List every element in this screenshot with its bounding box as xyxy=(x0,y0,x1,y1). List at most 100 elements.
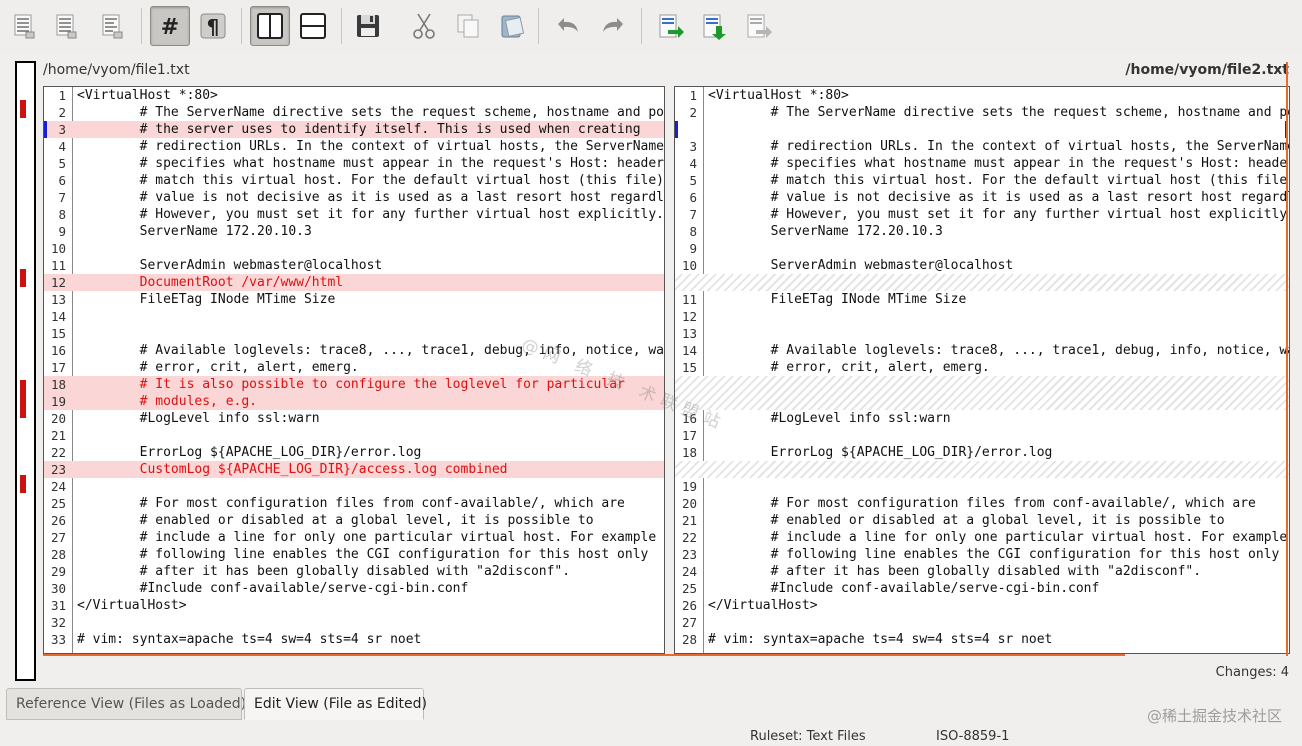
code-line[interactable]: 14 # Available loglevels: trace8, ..., t… xyxy=(675,342,1289,359)
code-line[interactable]: 14 xyxy=(44,308,664,325)
line-text: # vim: syntax=apache ts=4 sw=4 sts=4 sr … xyxy=(77,632,422,647)
code-line[interactable]: 20 # For most configuration files from c… xyxy=(675,495,1289,512)
split-horizontal-button[interactable] xyxy=(293,6,333,46)
line-number: 1 xyxy=(58,88,66,103)
line-number: 8 xyxy=(689,224,697,239)
split-vertical-button[interactable] xyxy=(250,6,290,46)
code-line[interactable]: 18 # It is also possible to configure th… xyxy=(44,376,664,393)
line-number: 32 xyxy=(50,615,66,630)
code-line[interactable]: 24 # after it has been globally disabled… xyxy=(675,563,1289,580)
code-line[interactable] xyxy=(675,461,1289,478)
code-line[interactable]: 3 # the server uses to identify itself. … xyxy=(44,121,664,138)
code-line[interactable]: 17 xyxy=(675,427,1289,444)
code-line[interactable]: 27 xyxy=(675,614,1289,631)
code-line[interactable]: 19 xyxy=(675,478,1289,495)
code-line[interactable]: 26 # enabled or disabled at a global lev… xyxy=(44,512,664,529)
paste-button[interactable] xyxy=(492,6,532,46)
code-line[interactable]: 24 xyxy=(44,478,664,495)
code-line[interactable]: 28 # following line enables the CGI conf… xyxy=(44,546,664,563)
tab-edit-view[interactable]: Edit View (File as Edited) xyxy=(244,688,427,720)
code-line[interactable]: 3 # redirection URLs. In the context of … xyxy=(675,138,1289,155)
code-line[interactable]: 16 #LogLevel info ssl:warn xyxy=(675,410,1289,427)
code-line[interactable]: 4 # specifies what hostname must appear … xyxy=(675,155,1289,172)
line-number: 13 xyxy=(681,326,697,341)
cut-button[interactable] xyxy=(404,6,444,46)
code-line[interactable]: 32 xyxy=(44,614,664,631)
code-line[interactable]: 28 # vim: syntax=apache ts=4 sw=4 sts=4 s… xyxy=(675,631,1289,648)
code-line[interactable]: 21 # enabled or disabled at a global lev… xyxy=(675,512,1289,529)
horizontal-scroll-indicator[interactable] xyxy=(43,654,1125,656)
code-line[interactable] xyxy=(675,274,1289,291)
code-line[interactable] xyxy=(675,121,1289,138)
code-line[interactable]: 6 # match this virtual host. For the def… xyxy=(44,172,664,189)
show-whitespace-button[interactable]: ¶ xyxy=(193,6,233,46)
last-difference-button[interactable] xyxy=(738,6,778,46)
code-line[interactable]: 23 CustomLog ${APACHE_LOG_DIR}/access.lo… xyxy=(44,461,664,478)
code-line[interactable]: 5 # specifies what hostname must appear … xyxy=(44,155,664,172)
code-line[interactable]: 11 FileETag INode MTime Size xyxy=(675,291,1289,308)
code-line[interactable]: 13 xyxy=(675,325,1289,342)
next-difference-button[interactable] xyxy=(650,6,690,46)
code-line[interactable]: 6 # value is not decisive as it is used … xyxy=(675,189,1289,206)
code-line[interactable]: 9 ServerName 172.20.10.3 xyxy=(44,223,664,240)
code-line[interactable]: 22 # include a line for only one particu… xyxy=(675,529,1289,546)
code-line[interactable]: 31 </VirtualHost> xyxy=(44,597,664,614)
code-line[interactable]: 25 #Include conf-available/serve-cgi-bin… xyxy=(675,580,1289,597)
code-line[interactable]: 26 </VirtualHost> xyxy=(675,597,1289,614)
redo-icon xyxy=(603,18,623,32)
code-line[interactable]: 22 ErrorLog ${APACHE_LOG_DIR}/error.log xyxy=(44,444,664,461)
view-merged-button[interactable] xyxy=(92,6,132,46)
code-line[interactable]: 25 # For most configuration files from c… xyxy=(44,495,664,512)
code-line[interactable]: 15 xyxy=(44,325,664,342)
line-numbers-button[interactable]: # xyxy=(150,6,190,46)
code-line[interactable]: 4 # redirection URLs. In the context of … xyxy=(44,138,664,155)
copy-button[interactable] xyxy=(448,6,488,46)
code-line[interactable]: 15 # error, crit, alert, emerg. xyxy=(675,359,1289,376)
undo-button[interactable] xyxy=(548,6,588,46)
diff-overview-bar[interactable] xyxy=(15,61,36,681)
redo-button[interactable] xyxy=(593,6,633,46)
code-line[interactable]: 21 xyxy=(44,427,664,444)
code-line[interactable] xyxy=(675,393,1289,410)
code-line[interactable]: 7 # However, you must set it for any fur… xyxy=(675,206,1289,223)
code-line[interactable]: 11 ServerAdmin webmaster@localhost xyxy=(44,257,664,274)
line-text: ErrorLog ${APACHE_LOG_DIR}/error.log xyxy=(708,445,1053,460)
code-line[interactable]: 1 <VirtualHost *:80> xyxy=(675,87,1289,104)
code-line[interactable]: 27 # include a line for only one particu… xyxy=(44,529,664,546)
right-lines: 1 <VirtualHost *:80> 2 # The ServerName di… xyxy=(675,87,1289,648)
save-button[interactable] xyxy=(348,6,388,46)
code-line[interactable]: 20 #LogLevel info ssl:warn xyxy=(44,410,664,427)
code-line[interactable]: 5 # match this virtual host. For the def… xyxy=(675,172,1289,189)
right-file-path: /home/vyom/file2.txt xyxy=(1125,62,1289,78)
overview-diff-mark xyxy=(20,269,26,287)
code-line[interactable] xyxy=(675,376,1289,393)
code-line[interactable]: 12 xyxy=(675,308,1289,325)
right-file-pane[interactable]: 1 <VirtualHost *:80> 2 # The ServerName di… xyxy=(674,86,1290,654)
code-line[interactable]: 9 xyxy=(675,240,1289,257)
code-line[interactable]: 29 # after it has been globally disabled… xyxy=(44,563,664,580)
tab-reference-view[interactable]: Reference View (Files as Loaded) xyxy=(6,688,246,720)
code-line[interactable]: 10 ServerAdmin webmaster@localhost xyxy=(675,257,1289,274)
code-line[interactable]: 2 # The ServerName directive sets the re… xyxy=(44,104,664,121)
line-text: # include a line for only one particular… xyxy=(77,530,665,545)
code-line[interactable]: 19 # modules, e.g. xyxy=(44,393,664,410)
code-line[interactable]: 18 ErrorLog ${APACHE_LOG_DIR}/error.log xyxy=(675,444,1289,461)
code-line[interactable]: 10 xyxy=(44,240,664,257)
code-line[interactable]: 30 #Include conf-available/serve-cgi-bin… xyxy=(44,580,664,597)
code-line[interactable]: 13 FileETag INode MTime Size xyxy=(44,291,664,308)
view-left-button[interactable] xyxy=(4,6,44,46)
code-line[interactable]: 2 # The ServerName directive sets the re… xyxy=(675,104,1289,121)
code-line[interactable]: 7 # value is not decisive as it is used … xyxy=(44,189,664,206)
vertical-scroll-indicator[interactable] xyxy=(1286,62,1288,656)
encoding-status: ISO-8859-1 xyxy=(936,729,1010,744)
view-right-button[interactable] xyxy=(46,6,86,46)
code-line[interactable]: 8 ServerName 172.20.10.3 xyxy=(675,223,1289,240)
previous-difference-button[interactable] xyxy=(694,6,734,46)
code-line[interactable]: 33 # vim: syntax=apache ts=4 sw=4 sts=4 s… xyxy=(44,631,664,648)
line-text: #Include conf-available/serve-cgi-bin.co… xyxy=(77,581,469,596)
line-text: FileETag INode MTime Size xyxy=(708,292,967,307)
code-line[interactable]: 1 <VirtualHost *:80> xyxy=(44,87,664,104)
code-line[interactable]: 23 # following line enables the CGI conf… xyxy=(675,546,1289,563)
code-line[interactable]: 12 DocumentRoot /var/www/html xyxy=(44,274,664,291)
code-line[interactable]: 8 # However, you must set it for any fur… xyxy=(44,206,664,223)
